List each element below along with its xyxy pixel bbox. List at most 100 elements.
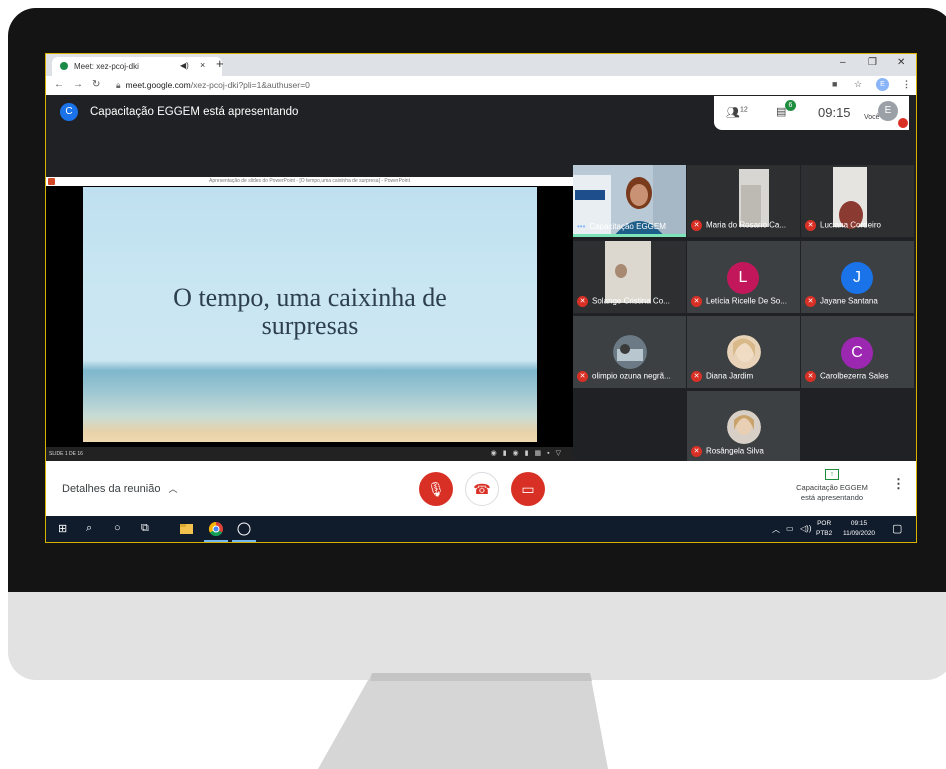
browser-menu-icon[interactable]: ⋮ [902, 79, 911, 90]
account-avatar[interactable]: E [876, 78, 889, 91]
mic-off-icon: ✕ [691, 296, 702, 307]
you-label: Você [864, 114, 880, 121]
camera-off-button[interactable]: ▭ [511, 472, 545, 506]
powerpoint-status-bar: SLIDE 1 DE 16 ◉▮◉▮▦▪▽ [46, 447, 573, 460]
participant-avatar: C [841, 337, 873, 369]
tab-close-icon[interactable]: × [200, 60, 205, 70]
back-icon[interactable]: ← [54, 79, 64, 90]
cortana-icon[interactable]: ○ [114, 522, 121, 534]
phone-hangup-icon: ☎︎ [473, 481, 491, 497]
powerpoint-title-bar: Apresentação de slides do PowerPoint - [… [46, 177, 573, 186]
meet-favicon-icon [60, 62, 68, 70]
task-view-icon[interactable]: ⧉ [141, 522, 149, 535]
participant-photo [613, 335, 647, 369]
self-muted-icon [898, 118, 908, 128]
meeting-time: 09:15 [818, 105, 851, 120]
presenting-now-button[interactable]: ↑ Capacitação EGGEM está apresentando [782, 469, 882, 503]
participant-tile[interactable]: ✕ Diana Jardim [687, 316, 800, 388]
participant-tile[interactable]: L ✕ Letícia Ricelle De So... [687, 241, 800, 313]
empty-tile [801, 391, 914, 463]
participant-tile[interactable]: ✕ Maria do Rosario Ca... [687, 165, 800, 237]
people-button[interactable]: 👥︎12 [726, 106, 748, 119]
url-field[interactable]: 🔒︎ meet.google.com/xez-pcoj-dki?pli=1&aut… [116, 80, 310, 91]
slide-title-line-1: O tempo, uma caixinha de [173, 283, 447, 312]
people-count: 12 [739, 106, 748, 114]
address-bar: ← → ↻ 🔒︎ meet.google.com/xez-pcoj-dki?pli… [46, 76, 916, 96]
slide: O tempo, uma caixinha de surpresas [83, 187, 537, 442]
participant-name: ✕ olimpio ozuna negrã... [577, 371, 671, 382]
participant-avatar: J [841, 262, 873, 294]
url-host: meet.google.com [125, 80, 191, 90]
empty-tile [573, 391, 686, 463]
mic-off-icon: ✕ [691, 220, 702, 231]
participant-name: ✕ Maria do Rosario Ca... [691, 220, 786, 231]
people-icon: 👥︎ [726, 107, 740, 119]
meeting-controls-bar: Detalhes da reunião ︿ 🎙︎ ☎︎ ▭ ↑ Capacitaç… [46, 461, 916, 516]
minimize-icon[interactable]: – [840, 57, 846, 68]
language-indicator[interactable]: POR PTB2 [816, 519, 832, 539]
tab-title: Meet: xez-pcoj-dki [74, 62, 139, 71]
participant-tile[interactable]: ✕ olimpio ozuna negrã... [573, 316, 686, 388]
mic-off-icon: ✕ [805, 371, 816, 382]
search-icon[interactable]: ⌕ [86, 522, 92, 535]
taskbar-clock[interactable]: 09:15 11/09/2020 [843, 519, 875, 539]
powerpoint-window-title: Apresentação de slides do PowerPoint - [… [209, 178, 410, 184]
file-explorer-icon[interactable] [174, 516, 198, 542]
participant-name: ✕ Jayane Santana [805, 296, 878, 307]
present-screen-icon: ↑ [825, 469, 839, 480]
mic-off-icon: ✕ [577, 371, 588, 382]
participant-tile[interactable]: ✕ Solange Cristina Co... [573, 241, 686, 313]
chevron-up-icon: ︿ [168, 484, 178, 494]
screen: Meet: xez-pcoj-dki ◀) × + – ❐ ✕ ← → ↻ 🔒︎… [45, 53, 917, 543]
new-tab-button[interactable]: + [216, 56, 224, 71]
mic-off-icon: ✕ [691, 371, 702, 382]
active-speaker-indicator [573, 234, 686, 237]
browser-tab[interactable]: Meet: xez-pcoj-dki ◀) × [52, 57, 222, 76]
participant-tile[interactable]: ✕ Luciana Cordeiro [801, 165, 914, 237]
network-icon[interactable]: ▭ [786, 524, 794, 533]
forward-icon[interactable]: → [73, 79, 83, 90]
camera-blocked-icon[interactable]: ■ [832, 79, 837, 89]
restore-icon[interactable]: ❐ [868, 57, 877, 68]
chrome-icon[interactable] [204, 516, 228, 542]
hang-up-button[interactable]: ☎︎ [465, 472, 499, 506]
slide-title-line-2: surpresas [261, 311, 359, 340]
participant-photo [727, 335, 761, 369]
participant-photo [727, 410, 761, 444]
slide-title: O tempo, uma caixinha de surpresas [83, 284, 537, 340]
windows-taskbar: ⊞ ⌕ ○ ⧉ ︿ ▭ ◁)) POR PTB2 09:15 11/09/202… [46, 516, 916, 542]
app-icon[interactable] [232, 516, 256, 542]
participant-tile[interactable]: ✕ Rosângela Silva [687, 391, 800, 463]
meeting-info-panel: 👥︎12 ▤ 6 09:15 Você E [714, 96, 909, 130]
notifications-icon[interactable]: ▢ [892, 522, 902, 535]
reload-icon[interactable]: ↻ [92, 79, 100, 90]
window-close-icon[interactable]: ✕ [897, 57, 905, 68]
mic-off-icon: ✕ [577, 296, 588, 307]
mic-off-icon: 🎙︎ [427, 481, 445, 497]
participant-name: ✕ Luciana Cordeiro [805, 220, 881, 231]
slideshow-controls-icon[interactable]: ◉▮◉▮▦▪▽ [491, 449, 567, 457]
tray-chevron-icon[interactable]: ︿ [772, 524, 780, 535]
mic-off-icon: ✕ [805, 220, 816, 231]
participant-name: ✕ Letícia Ricelle De So... [691, 296, 787, 307]
more-options-icon[interactable]: ⋮ [892, 476, 905, 492]
windows-start-icon[interactable]: ⊞ [58, 522, 67, 535]
participant-tile[interactable]: J ✕ Jayane Santana [801, 241, 914, 313]
speaker-icon[interactable]: ◀) [180, 61, 189, 70]
bookmark-star-icon[interactable]: ☆ [854, 79, 862, 90]
self-avatar[interactable]: E [878, 101, 898, 121]
chat-button[interactable]: ▤ 6 [776, 100, 796, 118]
participant-name: ✕ Diana Jardim [691, 371, 753, 382]
meeting-details-button[interactable]: Detalhes da reunião ︿ [62, 482, 177, 495]
chat-count-badge: 6 [785, 100, 796, 111]
shared-presentation: Apresentação de slides do PowerPoint - [… [46, 177, 573, 460]
presenter-avatar: C [60, 103, 78, 121]
slide-counter: SLIDE 1 DE 16 [49, 451, 83, 457]
microphone-off-button[interactable]: 🎙︎ [419, 472, 453, 506]
url-path: /xez-pcoj-dki?pli=1&authuser=0 [190, 80, 310, 90]
volume-icon[interactable]: ◁)) [800, 524, 811, 533]
mic-off-icon: ✕ [805, 296, 816, 307]
participant-tile[interactable]: ••• Capacitação EGGEM [573, 165, 686, 237]
meet-header: C Capacitação EGGEM está apresentando 👥︎… [46, 95, 916, 165]
participant-tile[interactable]: C ✕ Carolbezerra Sales [801, 316, 914, 388]
